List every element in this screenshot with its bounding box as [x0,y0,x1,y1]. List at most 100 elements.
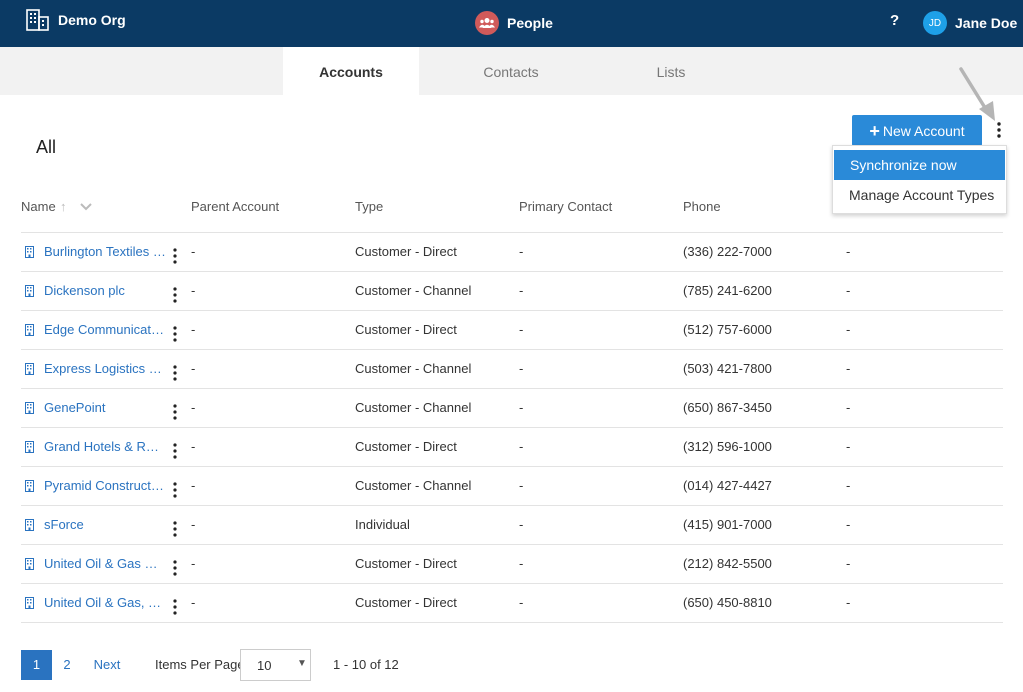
row-actions-icon[interactable] [172,403,178,421]
help-icon[interactable]: ? [890,12,899,29]
page-2-button[interactable]: 2 [56,650,78,680]
primary-contact-cell: - [519,439,524,454]
extra-column-cell: - [846,244,851,259]
extra-column-cell: - [846,400,851,415]
type-cell: Customer - Direct [355,439,457,454]
phone-cell: (336) 222-7000 [683,244,772,259]
row-actions-icon[interactable] [172,325,178,343]
table-row: Grand Hotels & Resorts Ltd - Customer - Di… [21,428,1003,467]
account-name-link[interactable]: GenePoint [44,400,166,415]
extra-column-cell: - [846,283,851,298]
phone-cell: (503) 421-7800 [683,361,772,376]
row-actions-icon[interactable] [172,559,178,577]
items-per-page-value: 10 [257,658,272,673]
org-name: Demo Org [58,12,126,28]
parent-account-cell: - [191,283,196,298]
parent-account-cell: - [191,400,196,415]
phone-cell: (014) 427-4427 [683,478,772,493]
account-name-link[interactable]: Pyramid Construction Inc. [44,478,166,493]
primary-contact-cell: - [519,283,524,298]
phone-cell: (785) 241-6200 [683,283,772,298]
parent-account-cell: - [191,595,196,610]
phone-cell: (312) 596-1000 [683,439,772,454]
account-icon [25,597,34,609]
account-name-link[interactable]: United Oil & Gas Corp. [44,556,166,571]
account-name-link[interactable]: Burlington Textiles Corp of America [44,244,166,259]
type-cell: Customer - Direct [355,556,457,571]
org-switcher[interactable]: Demo Org [26,9,126,31]
primary-contact-cell: - [519,244,524,259]
user-menu[interactable]: JD Jane Doe [923,11,1017,35]
account-name-link[interactable]: Edge Communications [44,322,166,337]
type-cell: Customer - Channel [355,283,472,298]
table-row: GenePoint - Customer - Channel - (650) 867-3… [21,389,1003,428]
row-actions-icon[interactable] [172,364,178,382]
row-actions-icon[interactable] [172,286,178,304]
parent-account-cell: - [191,439,196,454]
parent-account-cell: - [191,478,196,493]
tab-accounts[interactable]: Accounts [283,47,419,95]
account-icon [25,558,34,570]
extra-column-cell: - [846,322,851,337]
account-name-link[interactable]: sForce [44,517,166,532]
account-name-link[interactable]: Express Logistics and Transport [44,361,166,376]
plus-icon: + [869,120,880,141]
type-cell: Customer - Channel [355,361,472,376]
phone-cell: (212) 842-5500 [683,556,772,571]
extra-column-cell: - [846,478,851,493]
tab-lists[interactable]: Lists [603,47,739,95]
tab-contacts[interactable]: Contacts [443,47,579,95]
top-bar: Demo Org People ? JD Jane Doe [0,0,1023,47]
view-title: All [36,137,57,157]
extra-column-cell: - [846,595,851,610]
type-cell: Customer - Direct [355,322,457,337]
items-per-page-select[interactable]: 10 ▼ [240,649,311,681]
next-page-button[interactable]: Next [90,650,124,680]
row-actions-icon[interactable] [172,598,178,616]
phone-cell: (415) 901-7000 [683,517,772,532]
parent-account-cell: - [191,517,196,532]
type-cell: Customer - Direct [355,244,457,259]
avatar: JD [923,11,947,35]
type-cell: Customer - Channel [355,400,472,415]
menu-item-manage-account-types[interactable]: Manage Account Types [833,180,1006,210]
parent-account-cell: - [191,244,196,259]
account-icon [25,246,34,258]
table-row: Edge Communications - Customer - Direct - (5… [21,311,1003,350]
account-icon [25,402,34,414]
phone-cell: (650) 450-8810 [683,595,772,610]
row-actions-icon[interactable] [172,247,178,265]
primary-contact-cell: - [519,400,524,415]
people-icon [475,11,499,35]
phone-cell: (650) 867-3450 [683,400,772,415]
primary-contact-cell: - [519,478,524,493]
new-account-label: New Account [882,122,965,139]
menu-item-synchronize-now[interactable]: Synchronize now [834,150,1005,180]
column-header-parent-account: Parent Account [191,199,280,214]
parent-account-cell: - [191,361,196,376]
pagination-range: 1 - 10 of 12 [333,657,399,672]
chevron-down-icon[interactable] [79,201,93,213]
table-row: Express Logistics and Transport - Customer… [21,350,1003,389]
account-name-link[interactable]: Dickenson plc [44,283,166,298]
caret-down-icon: ▼ [297,658,307,669]
parent-account-cell: - [191,322,196,337]
primary-contact-cell: - [519,361,524,376]
account-name-link[interactable]: Grand Hotels & Resorts Ltd [44,439,166,454]
page-1-button[interactable]: 1 [21,650,52,680]
account-icon [25,363,34,375]
primary-contact-cell: - [519,322,524,337]
table-row: United Oil & Gas Corp. - Customer - Direct… [21,545,1003,584]
extra-column-cell: - [846,556,851,571]
row-actions-icon[interactable] [172,481,178,499]
table-row: Dickenson plc - Customer - Channel - (785) 2… [21,272,1003,311]
column-header-name[interactable]: Name [21,199,56,214]
sort-ascending-icon[interactable]: ↑ [60,199,67,214]
row-actions-icon[interactable] [172,442,178,460]
type-cell: Individual [355,517,410,532]
table-row: United Oil & Gas, Singapore - Customer - D… [21,584,1003,623]
account-name-link[interactable]: United Oil & Gas, Singapore [44,595,166,610]
app-launcher[interactable]: People [475,11,553,35]
row-actions-icon[interactable] [172,520,178,538]
account-icon [25,285,34,297]
